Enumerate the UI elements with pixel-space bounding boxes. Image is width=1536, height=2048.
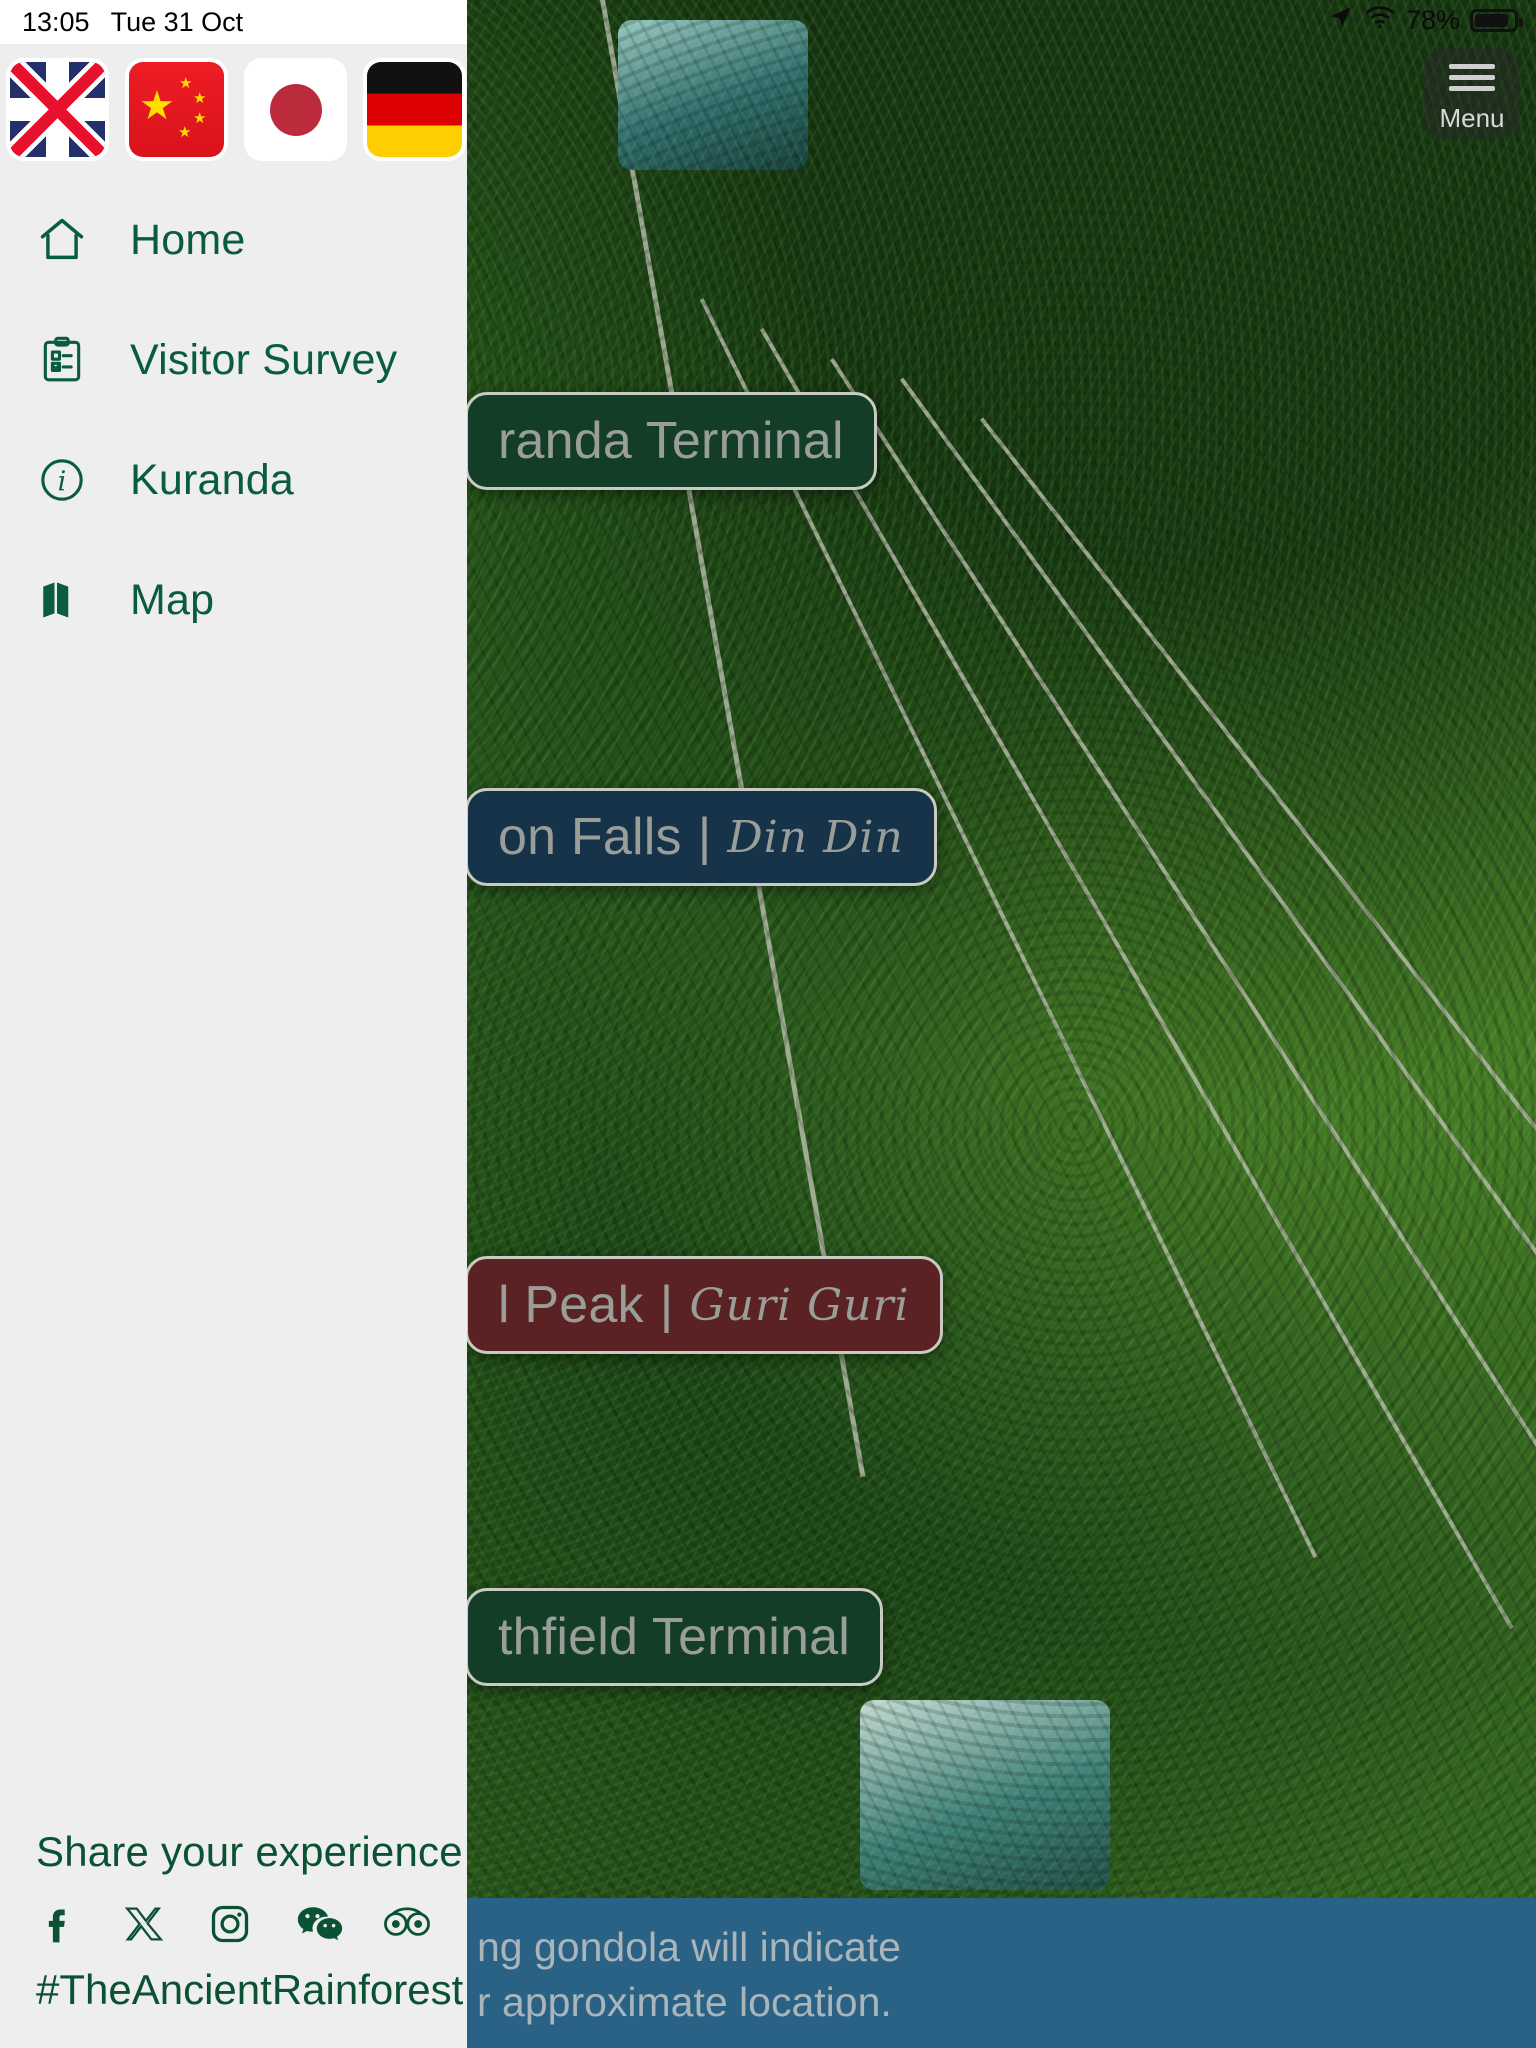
station-sign-barron-falls[interactable]: on Falls | Din Din xyxy=(465,788,937,886)
home-icon xyxy=(34,214,90,266)
battery-percent-label: 78% xyxy=(1405,5,1460,35)
tripadvisor-owl-icon[interactable] xyxy=(381,1902,467,1946)
status-bar-right: 78% xyxy=(1328,4,1523,37)
language-selector: ★ ★ ★ ★ ★ xyxy=(0,44,467,157)
share-hashtag: #TheAncientRainforest xyxy=(36,1966,464,2013)
station-sign-label: thfield Terminal xyxy=(498,1608,850,1666)
info-bar-line-2: r approximate location. xyxy=(477,1979,892,2026)
social-links xyxy=(36,1900,467,1948)
station-sign-label: on Falls xyxy=(498,808,682,866)
status-bar-time: 13:05 xyxy=(22,6,90,37)
status-bar-left: 13:05 Tue 31 Oct xyxy=(0,0,467,44)
station-sign-label: l Peak xyxy=(498,1276,644,1334)
gondola-car-bottom xyxy=(860,1700,1110,1890)
instagram-icon[interactable] xyxy=(208,1902,294,1946)
sidebar-item-label: Kuranda xyxy=(130,455,294,504)
station-sign-smithfield[interactable]: thfield Terminal xyxy=(465,1588,883,1686)
cable-line xyxy=(980,417,1536,1524)
info-bar-line-1: ng gondola will indicate xyxy=(477,1924,901,1970)
station-sign-subtitle: Guri Guri xyxy=(689,1279,910,1331)
svg-text:i: i xyxy=(58,466,67,497)
wifi-icon xyxy=(1364,4,1396,37)
gondola-location-info-bar: ng gondola will indicate r approximate l… xyxy=(467,1898,1536,2048)
drawer-nav-list: Home Visitor Survey i Kuranda Map xyxy=(0,197,467,643)
language-flag-uk[interactable] xyxy=(10,62,105,157)
hamburger-icon xyxy=(1449,58,1495,97)
language-flag-germany[interactable] xyxy=(367,62,462,157)
language-flag-japan[interactable] xyxy=(248,62,343,157)
sidebar-item-kuranda[interactable]: i Kuranda xyxy=(0,437,467,523)
station-sign-divider: | xyxy=(659,1276,674,1334)
status-bar: 13:05 Tue 31 Oct 78% xyxy=(0,0,1536,44)
star-icon: ★ xyxy=(179,75,193,92)
drawer-spacer xyxy=(0,643,467,1828)
share-title: Share your experience xyxy=(36,1828,463,1875)
side-drawer: ★ ★ ★ ★ ★ Home Visitor Survey i Kuranda … xyxy=(0,44,467,2048)
star-icon: ★ xyxy=(139,84,175,128)
clipboard-checklist-icon xyxy=(34,335,90,385)
sidebar-item-label: Home xyxy=(130,215,246,264)
cable-line xyxy=(760,328,1514,1630)
facebook-icon[interactable] xyxy=(36,1900,122,1948)
menu-button[interactable]: Menu xyxy=(1424,48,1520,140)
star-icon: ★ xyxy=(178,124,192,141)
star-icon: ★ xyxy=(193,110,207,127)
star-icon: ★ xyxy=(193,90,207,107)
cable-line xyxy=(900,377,1536,1594)
sidebar-item-map[interactable]: Map xyxy=(0,557,467,643)
x-twitter-icon[interactable] xyxy=(122,1902,208,1946)
station-sign-label: randa Terminal xyxy=(498,412,844,470)
battery-icon xyxy=(1470,9,1523,32)
cable-line xyxy=(830,357,1536,1619)
sidebar-item-label: Map xyxy=(130,575,215,624)
sidebar-item-home[interactable]: Home xyxy=(0,197,467,283)
station-sign-red-peak[interactable]: l Peak | Guri Guri xyxy=(465,1256,943,1354)
share-section: Share your experience #TheAncientRainfor… xyxy=(0,1828,467,2048)
map-icon xyxy=(34,575,90,625)
wechat-icon[interactable] xyxy=(295,1902,381,1946)
station-sign-subtitle: Din Din xyxy=(727,811,904,863)
sidebar-item-visitor-survey[interactable]: Visitor Survey xyxy=(0,317,467,403)
menu-button-label: Menu xyxy=(1439,102,1505,133)
status-bar-date: Tue 31 Oct xyxy=(110,6,244,37)
location-arrow-icon xyxy=(1328,4,1354,37)
language-flag-china[interactable]: ★ ★ ★ ★ ★ xyxy=(129,62,224,157)
station-sign-divider: | xyxy=(697,808,712,866)
sidebar-item-label: Visitor Survey xyxy=(130,335,398,384)
info-circle-icon: i xyxy=(34,455,90,505)
station-sign-kuranda[interactable]: randa Terminal xyxy=(465,392,877,490)
